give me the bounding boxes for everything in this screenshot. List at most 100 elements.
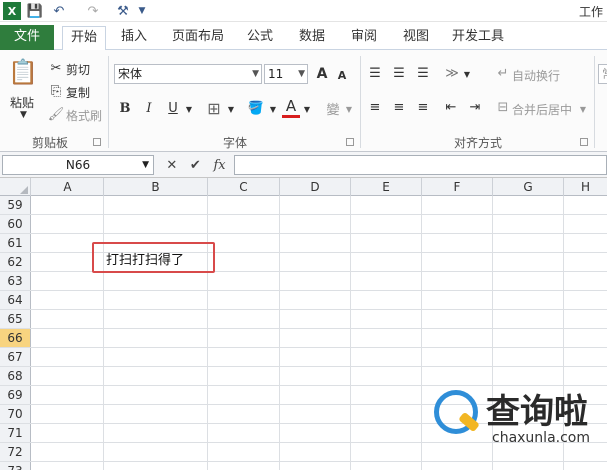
font-color-dropdown-icon[interactable]: ▼ [302,100,312,118]
font-size-combo[interactable]: 11 ▼ [264,64,308,84]
chevron-down-icon: ▼ [142,160,149,170]
tab-data[interactable]: 数据 [292,26,332,50]
font-color-icon[interactable]: A [282,96,300,118]
format-painter-button[interactable]: 格式刷 [66,107,102,124]
row-header[interactable]: 68 [0,367,31,385]
insert-function-icon[interactable]: fx [213,158,225,173]
decrease-indent-icon[interactable]: ⇤ [442,98,460,116]
align-left-icon[interactable]: ≡ [366,98,384,116]
paste-icon[interactable]: 📋 [8,56,38,88]
name-box[interactable]: N66 ▼ [2,155,154,175]
clipboard-group-label: 剪贴板 [31,136,68,150]
enter-icon[interactable]: ✔ [190,158,201,173]
row-header-selected[interactable]: 66 [0,329,31,347]
underline-dropdown-icon[interactable]: ▼ [184,100,194,118]
align-top-icon[interactable]: ☰ [366,64,384,82]
row-header[interactable]: 69 [0,386,31,404]
underline-button[interactable]: U [164,98,182,118]
save-icon[interactable]: 💾 [26,2,44,20]
italic-button[interactable]: I [140,98,158,118]
cut-icon[interactable]: ✂ [48,60,64,76]
tab-insert[interactable]: 插入 [114,26,154,50]
format-painter-icon[interactable]: 🖌 [48,106,65,122]
watermark: 查询啦 chaxunla.com [430,382,607,470]
wrap-text-button[interactable]: 自动换行 [512,67,560,84]
tab-page-layout[interactable]: 页面布局 [166,26,230,50]
number-format-combo[interactable]: 常 [598,64,607,84]
excel-logo-icon[interactable]: X [3,2,21,20]
group-separator [594,56,595,148]
chevron-down-icon: ▼ [298,69,305,79]
select-all-corner[interactable] [0,178,31,196]
formula-bar: N66 ▼ ✕ ✔ fx [0,152,607,178]
tab-developer[interactable]: 开发工具 [446,26,510,50]
ribbon-home: 📋 粘贴 ▼ ✂ 剪切 ⎘ 复制 🖌 格式刷 剪贴板 宋体 ▼ 11 ▼ A A B… [0,50,607,152]
row-header[interactable]: 63 [0,272,31,290]
cut-button[interactable]: 剪切 [66,61,90,78]
column-header-b[interactable]: B [104,178,208,196]
formula-input[interactable] [234,155,607,175]
redo-icon[interactable]: ↷ [82,2,104,20]
fill-color-icon[interactable]: 🪣 [246,98,266,118]
phonetic-icon[interactable]: 變 [322,98,344,118]
row-header[interactable]: 67 [0,348,31,366]
tab-view[interactable]: 视图 [396,26,436,50]
orientation-dropdown-icon[interactable]: ▼ [462,66,472,82]
align-center-icon[interactable]: ≡ [390,98,408,116]
phonetic-dropdown-icon[interactable]: ▼ [344,100,354,118]
font-size-value: 11 [268,67,284,81]
column-header-d[interactable]: D [280,178,351,196]
merge-center-icon[interactable]: ⊟ [496,100,510,115]
tab-home[interactable]: 开始 [62,26,106,51]
grow-font-button[interactable]: A [314,64,330,84]
copy-button[interactable]: 复制 [66,84,90,101]
wrap-text-icon[interactable]: ↵ [496,66,510,81]
column-header-f[interactable]: F [422,178,493,196]
row-header[interactable]: 71 [0,424,31,442]
customize-quick-access-icon[interactable]: ▼ [136,2,148,20]
search-icon [434,390,478,434]
row-header[interactable]: 61 [0,234,31,252]
borders-dropdown-icon[interactable]: ▼ [226,100,236,118]
row-header[interactable]: 60 [0,215,31,233]
tab-file[interactable]: 文件 [0,25,54,50]
column-header-h[interactable]: H [564,178,607,196]
paste-button[interactable]: 粘贴 [10,94,34,111]
font-launcher-icon[interactable] [346,138,354,146]
row-header[interactable]: 70 [0,405,31,423]
bold-button[interactable]: B [116,98,134,118]
watermark-title: 查询啦 [486,392,588,432]
group-separator [360,56,361,148]
tab-formulas[interactable]: 公式 [240,26,280,50]
row-header[interactable]: 73 [0,462,31,470]
row-header[interactable]: 64 [0,291,31,309]
align-right-icon[interactable]: ≡ [414,98,432,116]
column-header-e[interactable]: E [351,178,422,196]
tools-icon[interactable]: ⚒ [114,2,132,20]
fill-dropdown-icon[interactable]: ▼ [268,100,278,118]
align-middle-icon[interactable]: ☰ [390,64,408,82]
clipboard-launcher-icon[interactable] [93,138,101,146]
increase-indent-icon[interactable]: ⇥ [466,98,484,116]
group-separator [108,56,109,148]
cancel-icon[interactable]: ✕ [166,158,177,173]
undo-icon[interactable]: ↶ [48,2,70,20]
alignment-launcher-icon[interactable] [580,138,588,146]
borders-icon[interactable]: ⊞ [204,98,224,118]
merge-dropdown-icon[interactable]: ▼ [578,102,588,116]
align-bottom-icon[interactable]: ☰ [414,64,432,82]
row-header[interactable]: 59 [0,196,31,214]
copy-icon[interactable]: ⎘ [48,83,64,99]
row-header[interactable]: 72 [0,443,31,461]
shrink-font-button[interactable]: A [334,66,350,84]
column-header-g[interactable]: G [493,178,564,196]
column-header-a[interactable]: A [32,178,104,196]
merge-center-button[interactable]: 合并后居中 [512,101,572,118]
paste-dropdown-icon[interactable]: ▼ [20,110,27,120]
tab-review[interactable]: 审阅 [344,26,384,50]
row-header[interactable]: 62 [0,253,31,271]
column-header-c[interactable]: C [208,178,280,196]
font-name-combo[interactable]: 宋体 ▼ [114,64,262,84]
orientation-icon[interactable]: ≫ [442,64,462,82]
row-header[interactable]: 65 [0,310,31,328]
